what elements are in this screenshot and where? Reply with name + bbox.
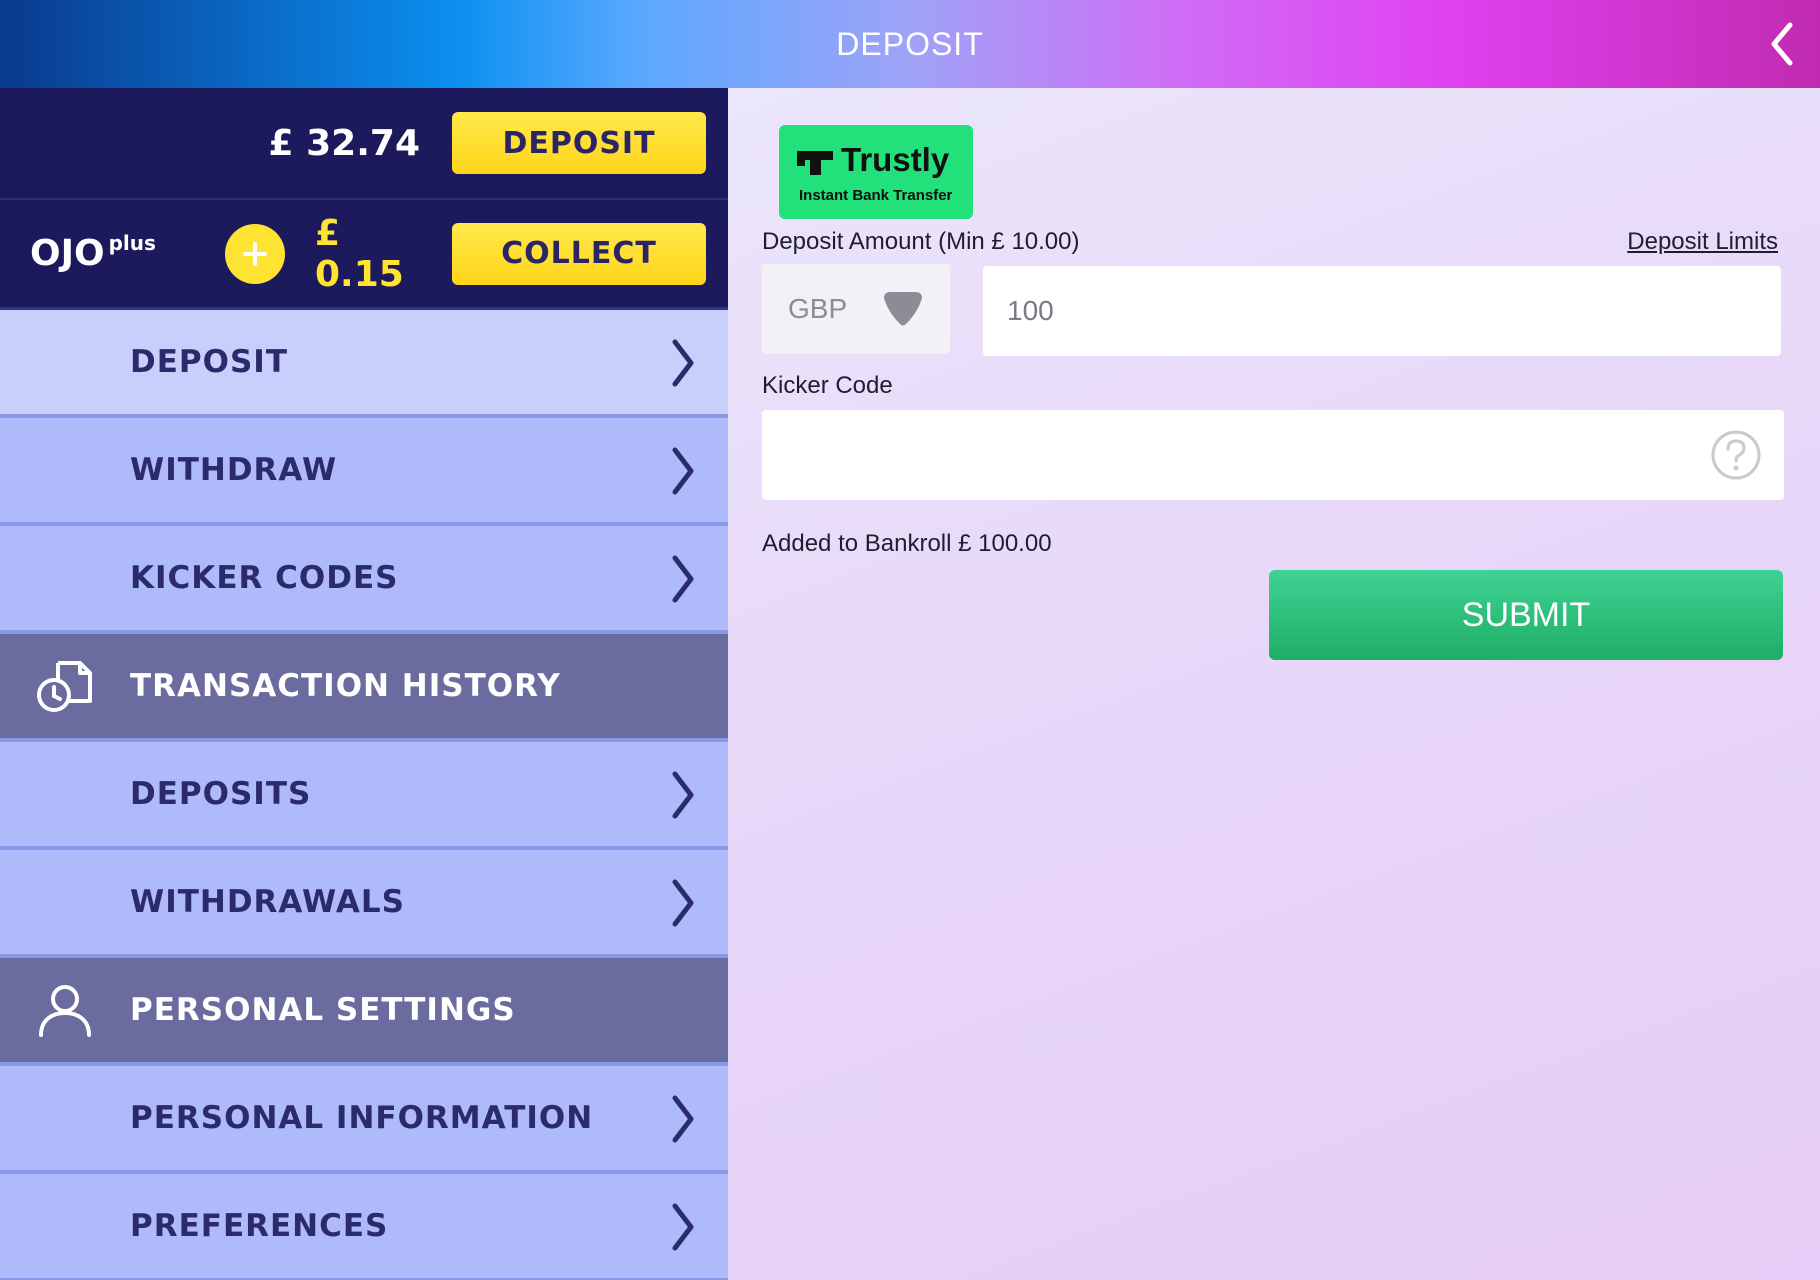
chevron-right-icon	[672, 1203, 694, 1251]
currency-select[interactable]: GBP	[762, 264, 950, 354]
menu-item-withdrawals[interactable]: WITHDRAWALS	[0, 850, 728, 958]
dropdown-arrow-icon	[884, 292, 922, 326]
deposit-form-panel: Trustly Instant Bank Transfer Deposit Am…	[728, 88, 1820, 1280]
plus-circle-icon[interactable]	[225, 223, 285, 284]
balance-row: £ 32.74 DEPOSIT	[0, 88, 728, 200]
menu-item-label: WITHDRAWALS	[130, 884, 405, 920]
ojo-logo-sup: plus	[108, 231, 156, 255]
page-title: DEPOSIT	[836, 25, 984, 62]
ojo-plus-amount: £ 0.15	[315, 212, 404, 295]
menu-item-kicker-codes[interactable]: KICKER CODES	[0, 526, 728, 634]
person-icon	[30, 982, 100, 1038]
menu-item-label: PERSONAL INFORMATION	[130, 1100, 594, 1136]
menu-item-withdraw[interactable]: WITHDRAW	[0, 418, 728, 526]
section-personal-settings: PERSONAL SETTINGS	[0, 958, 728, 1066]
chevron-right-icon	[672, 879, 694, 927]
chevron-left-icon	[1771, 22, 1793, 66]
chevron-right-icon	[672, 555, 694, 603]
menu-item-personal-information[interactable]: PERSONAL INFORMATION	[0, 1066, 728, 1174]
deposit-button[interactable]: DEPOSIT	[452, 112, 706, 174]
plus-icon	[243, 241, 267, 266]
trustly-subtitle: Instant Bank Transfer	[799, 187, 953, 204]
transaction-history-icon	[30, 657, 100, 715]
bankroll-text: Added to Bankroll £ 100.00	[762, 530, 1052, 557]
menu-item-label: DEPOSIT	[130, 344, 288, 380]
balance-amount: £ 32.74	[268, 122, 420, 164]
menu-item-preferences[interactable]: PREFERENCES	[0, 1174, 728, 1280]
trustly-t-icon	[797, 151, 833, 175]
chevron-right-icon	[672, 447, 694, 495]
ojo-plus-logo: OJO plus	[30, 231, 225, 274]
chevron-right-icon	[672, 339, 694, 387]
menu-item-label: KICKER CODES	[130, 560, 399, 596]
ojo-logo-text: OJO	[30, 233, 105, 274]
trustly-logo[interactable]: Trustly Instant Bank Transfer	[779, 125, 973, 219]
question-circle-icon[interactable]	[1710, 429, 1762, 481]
menu-item-label: PREFERENCES	[130, 1208, 389, 1244]
menu-item-deposit[interactable]: DEPOSIT	[0, 310, 728, 418]
menu-item-label: WITHDRAW	[130, 452, 338, 488]
menu-item-deposits[interactable]: DEPOSITS	[0, 742, 728, 850]
section-transaction-history: TRANSACTION HISTORY	[0, 634, 728, 742]
section-title: PERSONAL SETTINGS	[130, 992, 516, 1028]
trustly-name: Trustly	[841, 141, 950, 178]
ojo-plus-row: OJO plus £ 0.15 COLLECT	[0, 200, 728, 310]
collect-button[interactable]: COLLECT	[452, 222, 706, 285]
chevron-right-icon	[672, 1095, 694, 1143]
submit-button[interactable]: SUBMIT	[1269, 570, 1783, 660]
menu-item-label: DEPOSITS	[130, 776, 312, 812]
kicker-code-label: Kicker Code	[762, 372, 893, 399]
section-title: TRANSACTION HISTORY	[130, 668, 561, 704]
kicker-code-input[interactable]	[762, 410, 1784, 500]
chevron-right-icon	[672, 771, 694, 819]
deposit-limits-link[interactable]: Deposit Limits	[1627, 228, 1778, 256]
back-button[interactable]	[1764, 18, 1800, 70]
account-sidebar: £ 32.74 DEPOSIT OJO plus £ 0.15 COLLECT …	[0, 88, 728, 1280]
deposit-amount-input[interactable]	[983, 266, 1781, 356]
top-bar: DEPOSIT	[0, 0, 1820, 88]
currency-value: GBP	[788, 293, 848, 324]
deposit-amount-label: Deposit Amount (Min £ 10.00)	[762, 228, 1080, 255]
